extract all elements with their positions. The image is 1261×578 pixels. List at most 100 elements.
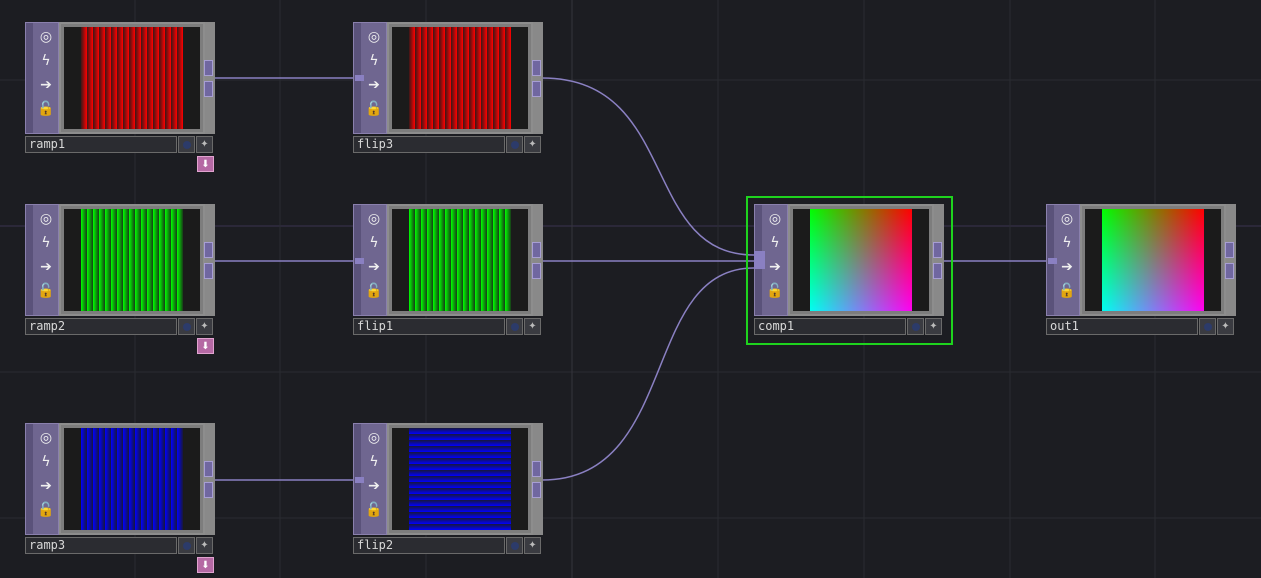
output-connector[interactable]	[933, 263, 942, 279]
bypass-icon[interactable]: ϟ	[35, 50, 57, 72]
wire-flip2-comp1[interactable]	[541, 267, 755, 481]
display-icon[interactable]: ➔	[35, 74, 57, 96]
wire-flip3-comp1[interactable]	[541, 77, 755, 256]
output-connector[interactable]	[1225, 242, 1234, 258]
network-editor-canvas[interactable]: ◎ ϟ ➔ 🔓 ramp1 ✦ ⬇ ◎ ϟ ➔ 🔓 flip3 ✦ ◎ ϟ ➔ …	[0, 0, 1261, 578]
input-connector[interactable]	[754, 251, 765, 269]
viewer-toggle-icon[interactable]: ◎	[764, 208, 786, 230]
pin-flag-icon[interactable]: ✦	[524, 136, 541, 153]
lock-icon[interactable]: 🔓	[35, 499, 57, 521]
node-name-label[interactable]: flip1	[353, 318, 505, 335]
viewer-toggle-icon[interactable]: ◎	[363, 26, 385, 48]
output-connector[interactable]	[532, 60, 541, 76]
bypass-icon[interactable]: ϟ	[363, 232, 385, 254]
node-ramp2[interactable]: ◎ ϟ ➔ 🔓 ramp2 ✦	[25, 204, 215, 337]
lock-icon[interactable]: 🔓	[363, 499, 385, 521]
viewer-flag-icon[interactable]: ⬇	[197, 338, 214, 354]
node-ramp3[interactable]: ◎ ϟ ➔ 🔓 ramp3 ✦	[25, 423, 215, 556]
cook-flag-icon[interactable]	[506, 318, 523, 335]
output-connector[interactable]	[933, 242, 942, 258]
node-flip2[interactable]: ◎ ϟ ➔ 🔓 flip2 ✦	[353, 423, 543, 556]
cook-flag-icon[interactable]	[506, 537, 523, 554]
input-connector[interactable]	[355, 258, 364, 264]
output-connector[interactable]	[204, 81, 213, 97]
viewer-toggle-icon[interactable]: ◎	[35, 26, 57, 48]
display-icon[interactable]: ➔	[1056, 256, 1078, 278]
node-name-label[interactable]: flip3	[353, 136, 505, 153]
cook-flag-icon[interactable]	[506, 136, 523, 153]
cook-flag-icon[interactable]	[907, 318, 924, 335]
node-name-label[interactable]: out1	[1046, 318, 1198, 335]
node-viewer[interactable]	[387, 423, 533, 535]
viewer-toggle-icon[interactable]: ◎	[35, 208, 57, 230]
output-connector[interactable]	[532, 242, 541, 258]
node-out1[interactable]: ◎ ϟ ➔ 🔓 out1 ✦	[1046, 204, 1236, 337]
bypass-icon[interactable]: ϟ	[363, 451, 385, 473]
pin-flag-icon[interactable]: ✦	[196, 537, 213, 554]
node-name-label[interactable]: ramp1	[25, 136, 177, 153]
bypass-icon[interactable]: ϟ	[35, 232, 57, 254]
display-icon[interactable]: ➔	[35, 256, 57, 278]
node-name-label[interactable]: flip2	[353, 537, 505, 554]
node-viewer[interactable]	[1080, 204, 1226, 316]
input-connector[interactable]	[355, 75, 364, 81]
output-connector[interactable]	[204, 482, 213, 498]
pin-flag-icon[interactable]: ✦	[1217, 318, 1234, 335]
lock-icon[interactable]: 🔓	[1056, 280, 1078, 302]
bypass-icon[interactable]: ϟ	[1056, 232, 1078, 254]
node-name-label[interactable]: comp1	[754, 318, 906, 335]
node-name-label[interactable]: ramp2	[25, 318, 177, 335]
output-connector[interactable]	[532, 482, 541, 498]
node-ramp1[interactable]: ◎ ϟ ➔ 🔓 ramp1 ✦	[25, 22, 215, 155]
node-flip1[interactable]: ◎ ϟ ➔ 🔓 flip1 ✦	[353, 204, 543, 337]
node-viewer[interactable]	[387, 22, 533, 134]
node-viewer[interactable]	[387, 204, 533, 316]
node-viewer[interactable]	[59, 22, 205, 134]
output-connector[interactable]	[204, 242, 213, 258]
cook-flag-icon[interactable]	[178, 136, 195, 153]
display-icon[interactable]: ➔	[363, 74, 385, 96]
output-connector[interactable]	[1225, 263, 1234, 279]
pin-flag-icon[interactable]: ✦	[524, 318, 541, 335]
viewer-toggle-icon[interactable]: ◎	[35, 427, 57, 449]
node-viewer[interactable]	[788, 204, 934, 316]
input-connector[interactable]	[355, 477, 364, 483]
display-icon[interactable]: ➔	[363, 256, 385, 278]
cook-flag-icon[interactable]	[1199, 318, 1216, 335]
viewer-flag-icon[interactable]: ⬇	[197, 156, 214, 172]
node-comp1[interactable]: ◎ ϟ ➔ 🔓 comp1 ✦	[754, 204, 944, 337]
viewer-toggle-icon[interactable]: ◎	[363, 427, 385, 449]
viewer-flag-icon[interactable]: ⬇	[197, 557, 214, 573]
output-connector[interactable]	[532, 461, 541, 477]
lock-icon[interactable]: 🔓	[363, 280, 385, 302]
output-connector[interactable]	[204, 263, 213, 279]
pin-flag-icon[interactable]: ✦	[925, 318, 942, 335]
lock-icon[interactable]: 🔓	[363, 98, 385, 120]
image-blue-ramp-vertical	[409, 428, 511, 530]
viewer-toggle-icon[interactable]: ◎	[363, 208, 385, 230]
node-viewer[interactable]	[59, 423, 205, 535]
input-connector[interactable]	[1048, 258, 1057, 264]
cook-flag-icon[interactable]	[178, 537, 195, 554]
bypass-icon[interactable]: ϟ	[35, 451, 57, 473]
pin-flag-icon[interactable]: ✦	[196, 318, 213, 335]
output-connector[interactable]	[532, 81, 541, 97]
pin-flag-icon[interactable]: ✦	[524, 537, 541, 554]
node-name-label[interactable]: ramp3	[25, 537, 177, 554]
display-icon[interactable]: ➔	[764, 256, 786, 278]
node-viewer[interactable]	[59, 204, 205, 316]
output-connector[interactable]	[204, 461, 213, 477]
display-icon[interactable]: ➔	[35, 475, 57, 497]
cook-flag-icon[interactable]	[178, 318, 195, 335]
viewer-toggle-icon[interactable]: ◎	[1056, 208, 1078, 230]
output-connector[interactable]	[532, 263, 541, 279]
output-connector[interactable]	[204, 60, 213, 76]
bypass-icon[interactable]: ϟ	[764, 232, 786, 254]
display-icon[interactable]: ➔	[363, 475, 385, 497]
lock-icon[interactable]: 🔓	[35, 98, 57, 120]
node-flip3[interactable]: ◎ ϟ ➔ 🔓 flip3 ✦	[353, 22, 543, 155]
lock-icon[interactable]: 🔓	[35, 280, 57, 302]
pin-flag-icon[interactable]: ✦	[196, 136, 213, 153]
lock-icon[interactable]: 🔓	[764, 280, 786, 302]
bypass-icon[interactable]: ϟ	[363, 50, 385, 72]
